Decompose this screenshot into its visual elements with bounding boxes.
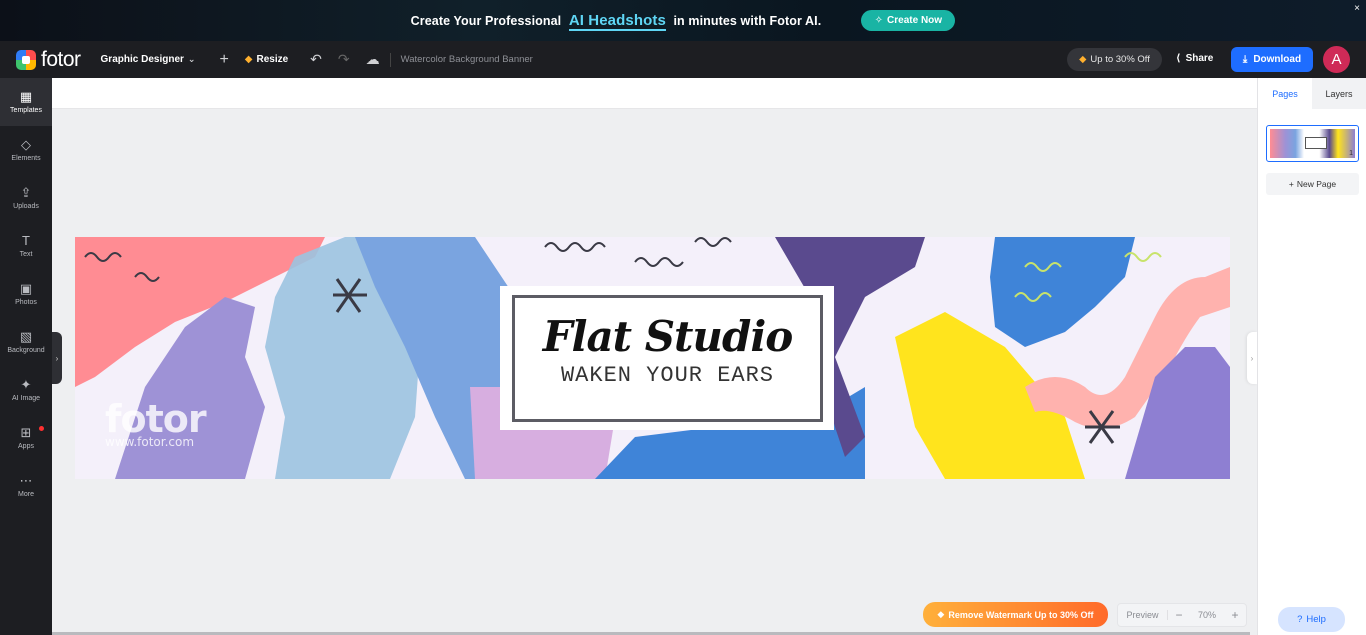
sidebar-item-label: More	[18, 491, 34, 498]
sidebar-item-label: AI Image	[11, 395, 40, 402]
sidebar-item-label: Apps	[18, 443, 34, 450]
remove-watermark-button[interactable]: ◆ Remove Watermark Up to 30% Off	[923, 602, 1108, 627]
chevron-right-icon: ›	[55, 353, 59, 363]
page-thumbnail[interactable]: 1	[1266, 125, 1359, 162]
avatar[interactable]: A	[1323, 46, 1350, 73]
sidebar-item-uploads[interactable]: ⇪ Uploads	[0, 174, 52, 222]
promo-text-after: in minutes with Fotor AI.	[673, 14, 822, 28]
chevron-right-icon: ›	[1250, 353, 1254, 363]
promo-highlight: AI Headshots	[568, 12, 666, 31]
collapse-sidebar-handle[interactable]: ›	[52, 332, 62, 384]
upload-icon: ⇪	[20, 185, 32, 200]
promo-text-before: Create Your Professional	[410, 14, 562, 28]
design-canvas[interactable]: Flat Studio WAKEN YOUR EARS fotor www.fo…	[75, 237, 1230, 479]
zoom-control: Preview − 70% +	[1117, 603, 1247, 627]
mode-dropdown[interactable]: Graphic Designer ⌄	[101, 54, 196, 65]
watermark-url: www.fotor.com	[105, 435, 195, 449]
design-title[interactable]: Flat Studio	[543, 312, 794, 361]
magic-wand-icon: ✧	[874, 15, 884, 26]
sidebar-item-label: Photos	[15, 299, 37, 306]
resize-button[interactable]: ◆ Resize	[245, 54, 288, 65]
sidebar-item-label: Uploads	[13, 203, 39, 210]
tab-pages[interactable]: Pages	[1258, 78, 1312, 109]
help-label: Help	[1306, 614, 1326, 625]
new-page-label: New Page	[1296, 179, 1337, 189]
undo-icon[interactable]: ↶	[310, 51, 322, 68]
share-label: Share	[1185, 53, 1214, 64]
help-button[interactable]: ? Help	[1278, 607, 1345, 632]
thumbnail-card	[1305, 137, 1327, 149]
cloud-save-icon[interactable]: ☁	[366, 51, 380, 68]
sidebar-item-more[interactable]: ⋯ More	[0, 462, 52, 510]
panel-tabs: Pages Layers	[1258, 78, 1366, 109]
remove-watermark-label: Remove Watermark Up to 30% Off	[948, 609, 1094, 620]
create-now-button[interactable]: ✧ Create Now	[861, 10, 956, 31]
logo-text: fotor	[41, 47, 81, 71]
diamond-icon: ◆	[244, 54, 253, 65]
toolbar-strip	[52, 78, 1257, 109]
ai-image-icon: ✦	[20, 377, 32, 392]
divider	[389, 52, 391, 67]
zoom-in-button[interactable]: +	[1224, 608, 1246, 622]
promo-banner: Create Your Professional AI Headshots in…	[0, 0, 1366, 41]
download-button[interactable]: ⤓ Download	[1231, 47, 1313, 72]
sidebar-item-photos[interactable]: ▣ Photos	[0, 270, 52, 318]
new-page-button[interactable]: + New Page	[1266, 173, 1359, 195]
zoom-level[interactable]: 70%	[1190, 610, 1224, 620]
add-icon[interactable]: +	[219, 51, 228, 69]
preview-button[interactable]: Preview	[1118, 610, 1168, 620]
design-subtitle[interactable]: WAKEN YOUR EARS	[561, 363, 774, 388]
sidebar-item-ai-image[interactable]: ✦ AI Image	[0, 366, 52, 414]
mode-label: Graphic Designer	[100, 54, 184, 65]
blue-patch-shape	[990, 237, 1135, 347]
right-panel: Pages Layers 1 + New Page	[1257, 78, 1366, 635]
share-icon: ⟨	[1176, 53, 1181, 64]
sidebar-item-label: Templates	[10, 107, 42, 114]
sidebar-item-templates[interactable]: ▦ Templates	[0, 78, 52, 126]
templates-icon: ▦	[19, 89, 33, 104]
apps-icon: ⊞	[20, 425, 32, 440]
more-icon: ⋯	[19, 473, 33, 488]
sidebar-item-elements[interactable]: ◇ Elements	[0, 126, 52, 174]
offer-pill[interactable]: ◆ Up to 30% Off	[1067, 48, 1162, 71]
title-frame: Flat Studio WAKEN YOUR EARS	[512, 295, 823, 422]
photo-icon: ▣	[19, 281, 33, 296]
chevron-down-icon: ⌄	[187, 54, 196, 64]
logo-mark-icon	[16, 49, 36, 70]
plus-icon: +	[1288, 179, 1294, 189]
fotor-logo[interactable]: fotor	[16, 48, 81, 72]
title-card[interactable]: Flat Studio WAKEN YOUR EARS	[500, 286, 834, 430]
question-icon: ?	[1297, 614, 1303, 625]
page-number-badge: 1	[1349, 150, 1353, 157]
offer-label: Up to 30% Off	[1090, 54, 1150, 65]
promo-text: Create Your Professional AI Headshots in…	[410, 12, 822, 31]
share-button[interactable]: ⟨ Share	[1176, 53, 1213, 64]
sidebar-item-apps[interactable]: ⊞ Apps	[0, 414, 52, 462]
tab-layers[interactable]: Layers	[1312, 78, 1366, 109]
background-icon: ▧	[19, 329, 33, 344]
elements-icon: ◇	[21, 137, 31, 152]
diamond-icon: ◆	[1079, 54, 1087, 65]
text-icon: T	[22, 233, 30, 248]
sidebar-item-label: Text	[19, 251, 33, 258]
sidebar-item-background[interactable]: ▧ Background	[0, 318, 52, 366]
sidebar-item-text[interactable]: T Text	[0, 222, 52, 270]
redo-icon[interactable]: ↷	[338, 51, 350, 68]
top-header: fotor Graphic Designer ⌄ + ◆ Resize ↶ ↷ …	[0, 41, 1366, 78]
diamond-icon: ◆	[937, 609, 945, 619]
watermark: fotor www.fotor.com	[105, 397, 207, 449]
left-sidebar: ▦ Templates ◇ Elements ⇪ Uploads T Text …	[0, 78, 52, 635]
expand-right-panel-handle[interactable]: ›	[1247, 332, 1257, 384]
close-icon[interactable]: ×	[1354, 3, 1360, 14]
download-label: Download	[1253, 54, 1302, 65]
sidebar-item-label: Background	[7, 347, 45, 354]
create-now-label: Create Now	[887, 15, 943, 26]
notification-dot	[39, 426, 44, 431]
zoom-out-button[interactable]: −	[1168, 608, 1190, 622]
sidebar-item-label: Elements	[11, 155, 41, 162]
thumbnail-preview: 1	[1270, 129, 1355, 158]
resize-label: Resize	[256, 54, 289, 65]
document-name[interactable]: Watercolor Background Banner	[401, 54, 533, 65]
download-icon: ⤓	[1242, 54, 1248, 65]
